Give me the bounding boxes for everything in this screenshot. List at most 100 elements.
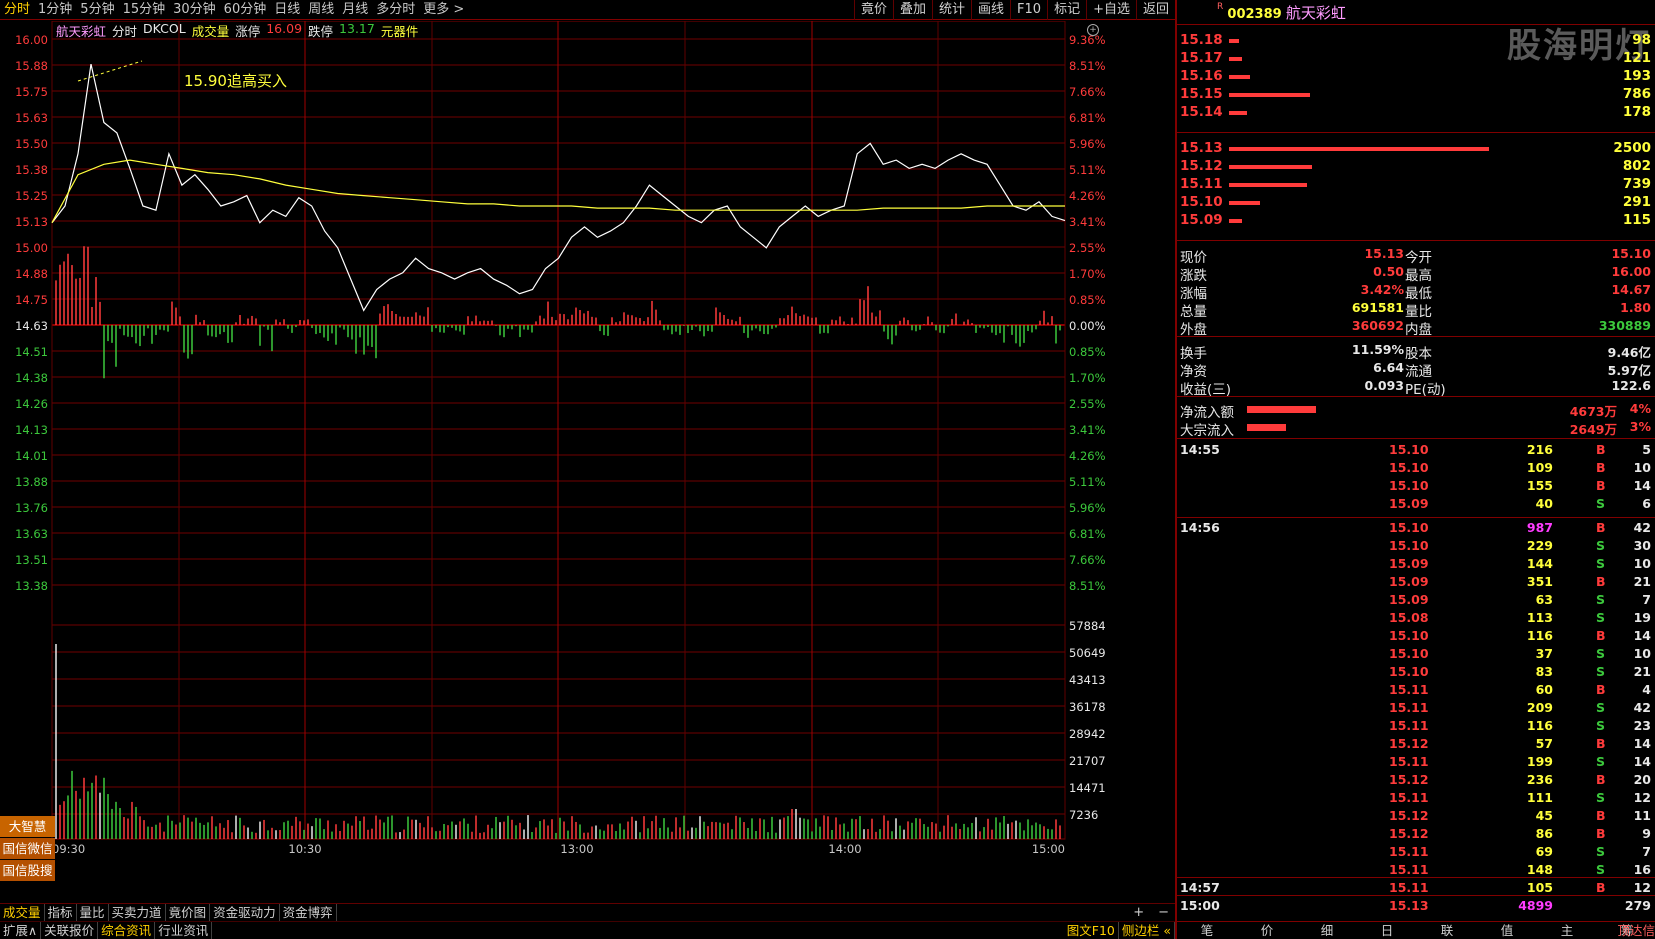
- toolbar-button[interactable]: 画线: [971, 0, 1010, 20]
- tick-volume: 86: [1535, 826, 1553, 841]
- quote-value: 5.97亿: [1607, 363, 1651, 378]
- tick-row: 15.11 69 S 7: [1177, 844, 1655, 862]
- toolbar-button[interactable]: 统计: [932, 0, 971, 20]
- bid-level[interactable]: 15.13 2500: [1177, 140, 1655, 158]
- period-tab[interactable]: 周线: [304, 0, 338, 20]
- chart-svg: 16.00 9.36% 15.88 8.51% 15.75 7.66% 15.63 6.81%…: [15, 21, 1106, 856]
- side-tab[interactable]: 侧边栏 «: [1119, 922, 1175, 939]
- tick-price: 15.11: [1389, 754, 1429, 769]
- period-tab[interactable]: 30分钟: [169, 0, 220, 20]
- badge-guoxin-search[interactable]: 国信股搜: [0, 860, 55, 881]
- zoom-out-button[interactable]: −: [1158, 904, 1169, 921]
- ask-level[interactable]: 15.15 786: [1177, 86, 1655, 104]
- period-tab[interactable]: 15分钟: [119, 0, 170, 20]
- indicator-tab[interactable]: 资金博弈: [280, 904, 337, 921]
- tick-price: 15.12: [1389, 772, 1429, 787]
- period-tab[interactable]: 多分时: [372, 0, 419, 20]
- quote-row: 总量 691581 量比 1.80: [1177, 300, 1655, 320]
- ask-level[interactable]: 15.14 178: [1177, 104, 1655, 122]
- period-tab[interactable]: 60分钟: [220, 0, 271, 20]
- quote-panel-tab[interactable]: 主: [1537, 922, 1597, 939]
- indicator-tab[interactable]: 成交量: [0, 904, 45, 921]
- ask-level[interactable]: 15.18 98: [1177, 32, 1655, 50]
- quote-panel-extra[interactable]: 顶达信: [1617, 922, 1655, 939]
- tick-price: 15.12: [1389, 808, 1429, 823]
- tick-count: 7: [1642, 592, 1651, 607]
- toolbar-button[interactable]: 叠加: [892, 0, 932, 20]
- volume-tick-label: 57884: [1069, 619, 1106, 633]
- bid-price: 15.10: [1180, 194, 1223, 210]
- tick-price: 15.10: [1389, 520, 1429, 535]
- tick-volume: 216: [1526, 442, 1553, 457]
- ask-level[interactable]: 15.17 121: [1177, 50, 1655, 68]
- toolbar-button[interactable]: F10: [1010, 0, 1047, 20]
- tick-side: S: [1596, 610, 1606, 625]
- period-tab[interactable]: 1分钟: [34, 0, 76, 20]
- bid-price: 15.09: [1180, 212, 1223, 228]
- tick-volume: 37: [1535, 646, 1553, 661]
- price-tick-label: 15.50: [15, 137, 48, 151]
- indicator-tab[interactable]: 竟价图: [166, 904, 211, 921]
- tick-volume: 116: [1526, 628, 1553, 643]
- quote-label: 内盘: [1405, 322, 1432, 338]
- tick-volume: 57: [1535, 736, 1553, 751]
- tick-volume: 155: [1526, 478, 1553, 493]
- toolbar-button[interactable]: 竟价: [853, 0, 893, 20]
- quote-panel-tab[interactable]: 笔: [1177, 922, 1237, 939]
- chart-settings-icon[interactable]: +: [1087, 24, 1099, 36]
- period-tab[interactable]: 日线: [270, 0, 304, 20]
- ask-volume: 121: [1622, 50, 1651, 66]
- indicator-tab[interactable]: 买卖力道: [109, 904, 166, 921]
- bid-price: 15.11: [1180, 176, 1223, 192]
- quote-panel-tab[interactable]: 价: [1237, 922, 1297, 939]
- indicator-tab[interactable]: 指标: [45, 904, 77, 921]
- pct-tick-label: 8.51%: [1069, 59, 1106, 73]
- tick-side: S: [1596, 538, 1606, 553]
- tick-price: 15.09: [1389, 496, 1429, 511]
- info-tab[interactable]: 扩展∧: [0, 922, 42, 939]
- intraday-chart[interactable]: 16.00 9.36% 15.88 8.51% 15.75 7.66% 15.63 6.81%…: [0, 21, 1175, 907]
- ask-price: 15.14: [1180, 104, 1223, 120]
- bid-level[interactable]: 15.11 739: [1177, 176, 1655, 194]
- bid-volume: 739: [1622, 176, 1651, 192]
- tick-row: 15.11 111 S 12: [1177, 790, 1655, 808]
- bid-level[interactable]: 15.09 115: [1177, 212, 1655, 230]
- period-tab[interactable]: 更多 >: [419, 0, 468, 20]
- flow-label: 净流入额: [1180, 405, 1234, 421]
- quote-panel-tab[interactable]: 细: [1297, 922, 1357, 939]
- time-tick-label: 14:00: [828, 842, 861, 856]
- ask-price: 15.15: [1180, 86, 1223, 102]
- tick-price: 15.10: [1389, 478, 1429, 493]
- quote-label: 股本: [1405, 346, 1432, 362]
- tick-count: 279: [1624, 898, 1651, 913]
- bid-volume-bar: [1229, 165, 1313, 169]
- zoom-in-button[interactable]: +: [1133, 904, 1144, 921]
- indicator-tab[interactable]: 资金驱动力: [210, 904, 280, 921]
- tick-separator: [1177, 895, 1655, 896]
- tick-side: S: [1596, 718, 1606, 733]
- flow-pct: 4%: [1629, 401, 1651, 416]
- badge-guoxin-wechat[interactable]: 国信微信: [0, 838, 55, 859]
- side-tab[interactable]: 图文F10: [1064, 922, 1119, 939]
- period-tab[interactable]: 分时: [0, 0, 34, 20]
- bid-volume-bar: [1229, 147, 1489, 151]
- info-tab[interactable]: 综合资讯: [98, 922, 156, 939]
- quote-panel-tab[interactable]: 值: [1477, 922, 1537, 939]
- tick-side: S: [1596, 556, 1606, 571]
- period-tab[interactable]: 5分钟: [76, 0, 118, 20]
- toolbar-button[interactable]: 返回: [1135, 0, 1175, 20]
- toolbar-button[interactable]: 标记: [1047, 0, 1086, 20]
- price-tick-label: 15.25: [15, 189, 48, 203]
- toolbar-button[interactable]: +自选: [1086, 0, 1136, 20]
- quote-panel-tab[interactable]: 日: [1357, 922, 1417, 939]
- bid-level[interactable]: 15.12 802: [1177, 158, 1655, 176]
- bid-volume: 802: [1622, 158, 1651, 174]
- bid-level[interactable]: 15.10 291: [1177, 194, 1655, 212]
- indicator-tab[interactable]: 量比: [77, 904, 109, 921]
- ask-level[interactable]: 15.16 193: [1177, 68, 1655, 86]
- period-tab[interactable]: 月线: [338, 0, 372, 20]
- quote-panel-tab[interactable]: 联: [1417, 922, 1477, 939]
- badge-dazhihui[interactable]: 大智慧: [0, 816, 55, 837]
- info-tab[interactable]: 行业资讯: [155, 922, 213, 939]
- info-tab[interactable]: 关联报价: [41, 922, 99, 939]
